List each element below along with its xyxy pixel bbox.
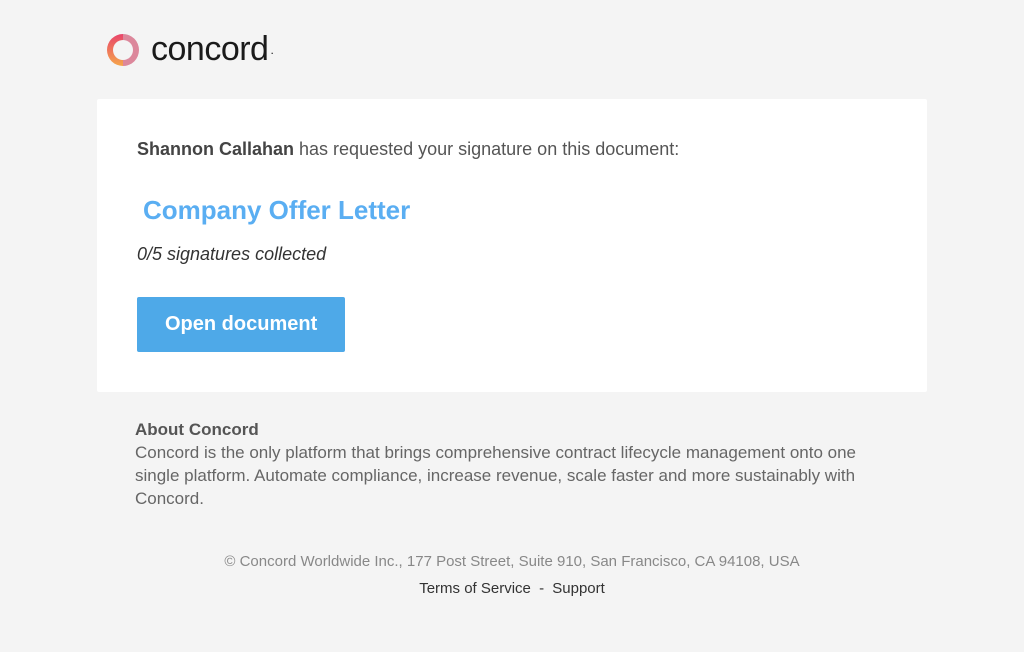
terms-link[interactable]: Terms of Service (419, 580, 531, 597)
open-document-button[interactable]: Open document (137, 297, 345, 352)
requester-name: Shannon Callahan (137, 139, 294, 159)
support-link[interactable]: Support (552, 580, 605, 597)
concord-logo-icon (105, 32, 141, 68)
about-body: Concord is the only platform that brings… (135, 442, 889, 511)
brand-tm: . (270, 43, 273, 57)
signature-request-card: Shannon Callahan has requested your sign… (97, 99, 927, 392)
copyright-text: © Concord Worldwide Inc., 177 Post Stree… (97, 553, 927, 570)
brand-logo: concord . (97, 30, 927, 69)
about-heading: About Concord (135, 420, 889, 440)
request-suffix: has requested your signature on this doc… (294, 139, 679, 159)
footer: © Concord Worldwide Inc., 177 Post Stree… (97, 553, 927, 597)
footer-separator: - (539, 580, 544, 597)
document-title[interactable]: Company Offer Letter (137, 195, 887, 226)
about-section: About Concord Concord is the only platfo… (97, 392, 927, 531)
footer-links: Terms of Service - Support (97, 580, 927, 597)
request-line: Shannon Callahan has requested your sign… (137, 139, 887, 160)
signatures-status: 0/5 signatures collected (137, 244, 887, 265)
brand-name: concord (151, 30, 268, 69)
